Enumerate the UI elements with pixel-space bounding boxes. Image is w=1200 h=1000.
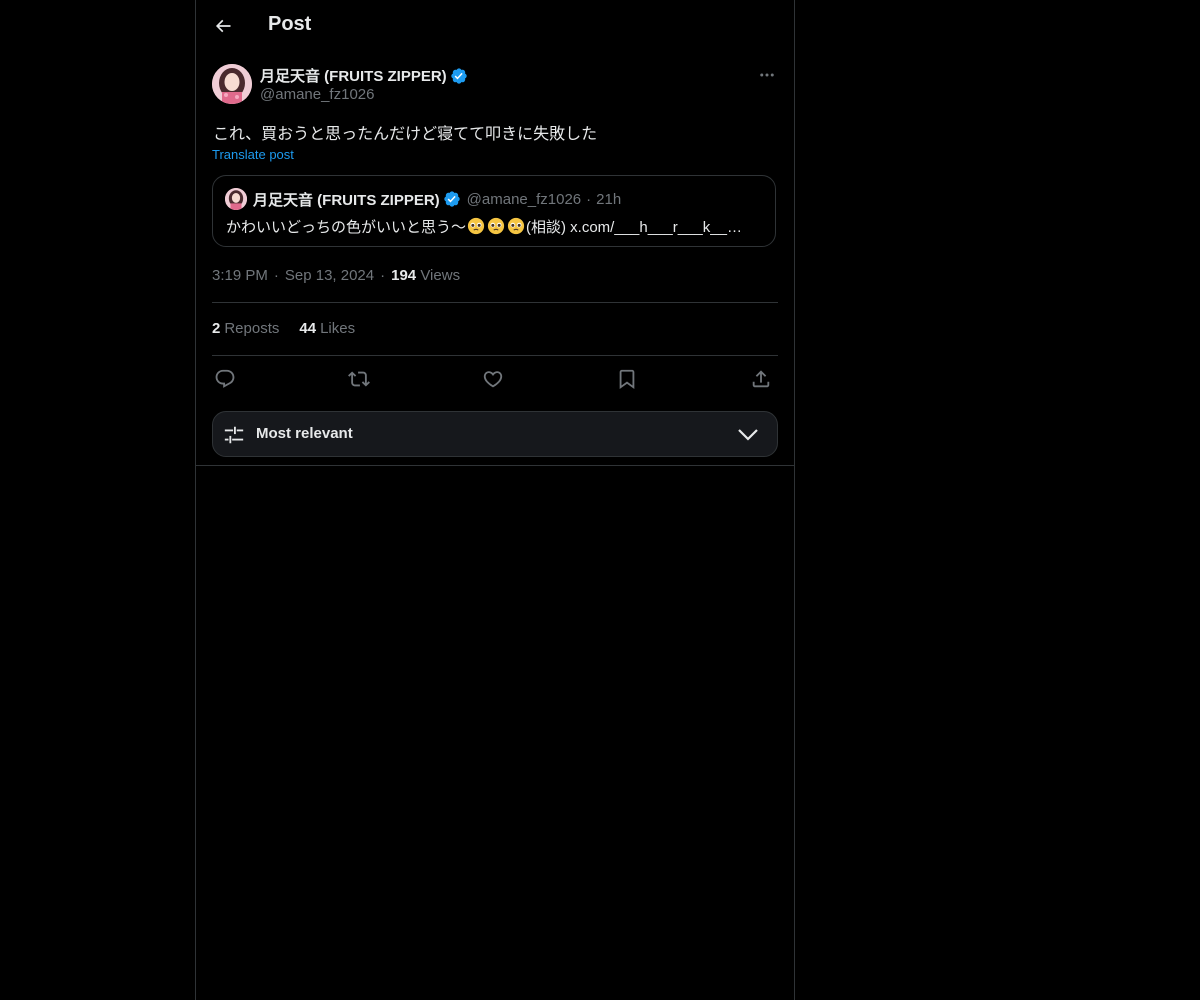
sort-label: Most relevant: [256, 425, 353, 442]
like-button[interactable]: [480, 366, 506, 392]
reply-sort-dropdown[interactable]: Most relevant: [212, 411, 778, 457]
post-time[interactable]: 3:19 PM: [212, 267, 268, 284]
reply-icon: [215, 369, 235, 388]
share-button[interactable]: [748, 366, 774, 392]
page-title: Post: [268, 13, 312, 35]
reposts-stat[interactable]: 2 Reposts: [212, 320, 279, 337]
pleading-face-emoji-icon: [507, 217, 525, 235]
heart-icon: [483, 371, 503, 388]
arrow-left-icon: [215, 19, 231, 33]
more-horizontal-icon: [760, 73, 774, 77]
post-text: これ、買おうと思ったんだけど寝てて叩きに失敗した: [213, 126, 598, 143]
chevron-down-icon: [738, 429, 758, 441]
verified-badge-icon: [450, 67, 468, 85]
repost-icon: [348, 371, 370, 387]
post-actions: [212, 366, 778, 392]
divider: [212, 302, 778, 303]
divider: [212, 355, 778, 356]
pleading-face-emoji-icon: [487, 217, 505, 235]
post-author: 月足天音 (FRUITS ZIPPER) @amane_fz1026: [212, 64, 778, 106]
quote-text: かわいいどっちの色がいいと思う〜 (相談) x.com/___h___r___k_…: [226, 216, 766, 237]
repost-button[interactable]: [346, 366, 372, 392]
quote-author-name: 月足天音 (FRUITS ZIPPER): [253, 191, 440, 209]
likes-count: 44: [299, 320, 317, 337]
verified-badge-icon: [443, 190, 461, 208]
page-header: Post: [196, 0, 794, 54]
more-options-button[interactable]: [756, 64, 778, 86]
section-divider: [196, 465, 794, 466]
separator-dot: ·: [273, 267, 279, 284]
quote-text-before: かわいいどっちの色がいいと思う〜: [226, 219, 467, 236]
translate-post-link[interactable]: Translate post: [212, 147, 294, 162]
separator-dot: ·: [380, 267, 386, 284]
quote-avatar: [225, 188, 247, 210]
share-icon: [752, 370, 770, 388]
bookmark-icon: [619, 369, 635, 390]
bookmark-button[interactable]: [614, 366, 640, 392]
author-name-line[interactable]: 月足天音 (FRUITS ZIPPER): [260, 65, 468, 86]
quoted-post[interactable]: 月足天音 (FRUITS ZIPPER) @amane_fz1026 · 21h…: [212, 175, 776, 247]
back-button[interactable]: [206, 9, 240, 43]
likes-label: Likes: [320, 320, 356, 337]
views-label: Views: [420, 267, 461, 284]
main-column: Post 月足天音 (FRUITS ZIPPER) @amane_fz1026: [195, 0, 795, 1000]
quote-timestamp: 21h: [596, 190, 622, 208]
author-handle[interactable]: @amane_fz1026: [260, 86, 374, 103]
sliders-icon: [224, 426, 244, 444]
reposts-count: 2: [212, 320, 221, 337]
quote-text-after: (相談) x.com/___h___r___k__…: [526, 219, 742, 236]
quoted-post-header: 月足天音 (FRUITS ZIPPER) @amane_fz1026 · 21h: [225, 188, 621, 210]
reposts-label: Reposts: [224, 320, 280, 337]
reply-button[interactable]: [212, 366, 238, 392]
likes-stat[interactable]: 44 Likes: [299, 320, 355, 337]
author-name[interactable]: 月足天音 (FRUITS ZIPPER): [260, 65, 447, 86]
pleading-face-emoji-icon: [467, 217, 485, 235]
avatar[interactable]: [212, 64, 252, 104]
views-count: 194: [391, 267, 417, 284]
quote-author-handle: @amane_fz1026: [466, 190, 582, 208]
post-date[interactable]: Sep 13, 2024: [285, 267, 374, 284]
separator-dot: ·: [586, 190, 592, 208]
post-metadata: 3:19 PM · Sep 13, 2024 · 194 Views: [212, 267, 460, 284]
post-stats: 2 Reposts 44 Likes: [212, 320, 375, 337]
